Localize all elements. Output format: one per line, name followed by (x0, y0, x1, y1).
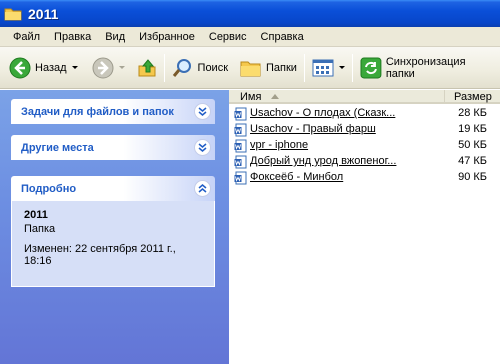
title-bar[interactable]: 2011 (0, 0, 500, 27)
forward-button[interactable] (89, 52, 128, 84)
word-document-icon (234, 171, 247, 185)
menu-tools[interactable]: Сервис (202, 31, 254, 43)
file-row[interactable]: Фоксеёб - Минбол 90 КБ (229, 170, 500, 186)
word-document-icon (234, 107, 247, 121)
details-body: 2011 Папка Изменен: 22 сентября 2011 г.,… (11, 201, 215, 287)
file-name: Usachov - О плодах (Сказк... (250, 107, 396, 119)
back-button[interactable]: Назад (6, 52, 81, 84)
up-folder-button[interactable] (134, 52, 160, 84)
forward-arrow-icon (92, 57, 114, 78)
file-list: Имя Размер Usachov - О плодах (Сказк... … (229, 90, 500, 364)
other-places-title: Другие места (21, 141, 94, 154)
toolbar-separator (351, 53, 353, 82)
search-label: Поиск (197, 61, 229, 74)
views-dropdown-icon[interactable] (338, 66, 345, 69)
menu-favorites[interactable]: Избранное (132, 31, 202, 43)
sort-ascending-icon (271, 94, 280, 99)
file-row[interactable]: Usachov - О плодах (Сказк... 28 КБ (229, 106, 500, 122)
window-title: 2011 (28, 5, 59, 22)
column-name-header[interactable]: Имя (229, 90, 445, 103)
file-size: 90 КБ (458, 171, 487, 183)
sync-folder-button[interactable]: Синхронизация папки (357, 52, 500, 84)
forward-dropdown-icon[interactable] (118, 66, 125, 69)
column-size-header[interactable]: Размер (446, 90, 500, 103)
expand-chevron-icon[interactable] (194, 103, 211, 120)
file-size: 50 КБ (458, 139, 487, 151)
details-header[interactable]: Подробно (11, 176, 215, 201)
detail-modified-date: Изменен: 22 сентября 2011 г., 18:16 (24, 243, 176, 267)
toolbar: Назад Поиск Папки Синхронизация папки (0, 47, 500, 89)
folders-label: Папки (266, 61, 297, 74)
menu-bar: Файл Правка Вид Избранное Сервис Справка (0, 27, 500, 47)
word-document-icon (234, 139, 247, 153)
back-dropdown-icon[interactable] (71, 66, 78, 69)
column-name-label: Имя (240, 90, 262, 103)
menu-view[interactable]: Вид (98, 31, 132, 43)
menu-edit[interactable]: Правка (47, 31, 98, 43)
file-tasks-title: Задачи для файлов и папок (21, 105, 174, 118)
folders-button[interactable]: Папки (237, 52, 300, 84)
file-tasks-header[interactable]: Задачи для файлов и папок (11, 99, 215, 124)
column-size-label: Размер (454, 90, 492, 103)
sync-label: Синхронизация папки (385, 55, 466, 80)
column-header: Имя Размер (229, 90, 500, 104)
back-arrow-icon (9, 57, 31, 78)
file-name: Добрый унд урод вжопеног... (250, 155, 397, 167)
collapse-chevron-icon[interactable] (194, 180, 211, 197)
search-button[interactable]: Поиск (169, 52, 231, 84)
toolbar-separator (163, 53, 165, 82)
file-size: 47 КБ (458, 155, 487, 167)
file-name: Фоксеёб - Минбол (250, 171, 344, 183)
sync-icon (360, 57, 382, 78)
toolbar-separator (303, 53, 305, 82)
file-size: 28 КБ (458, 107, 487, 119)
task-pane: Задачи для файлов и папок Другие места П… (0, 90, 229, 364)
other-places-panel: Другие места (11, 135, 215, 160)
detail-folder-name: 2011 (24, 209, 48, 221)
expand-chevron-icon[interactable] (194, 139, 211, 156)
file-row[interactable]: vpr - iphone 50 КБ (229, 138, 500, 154)
other-places-header[interactable]: Другие места (11, 135, 215, 160)
file-tasks-panel: Задачи для файлов и папок (11, 99, 215, 124)
menu-help[interactable]: Справка (254, 31, 311, 43)
file-row[interactable]: Usachov - Правый фарш 19 КБ (229, 122, 500, 138)
file-size: 19 КБ (458, 123, 487, 135)
search-icon (172, 58, 191, 77)
file-name: vpr - iphone (250, 139, 309, 151)
word-document-icon (234, 155, 247, 169)
file-row[interactable]: Добрый унд урод вжопеног... 47 КБ (229, 154, 500, 170)
views-icon (312, 59, 334, 76)
word-document-icon (234, 123, 247, 137)
file-name: Usachov - Правый фарш (250, 123, 376, 135)
details-panel: Подробно 2011 Папка Изменен: 22 сентября… (11, 176, 215, 287)
folders-icon (240, 61, 261, 76)
up-folder-icon (138, 58, 156, 76)
details-title: Подробно (21, 182, 77, 195)
detail-folder-type: Папка (24, 223, 56, 235)
file-rows: Usachov - О плодах (Сказк... 28 КБ Usach… (229, 106, 500, 186)
views-button[interactable] (309, 52, 348, 84)
menu-file[interactable]: Файл (6, 31, 47, 43)
back-label: Назад (35, 61, 67, 74)
folder-icon (4, 8, 22, 20)
